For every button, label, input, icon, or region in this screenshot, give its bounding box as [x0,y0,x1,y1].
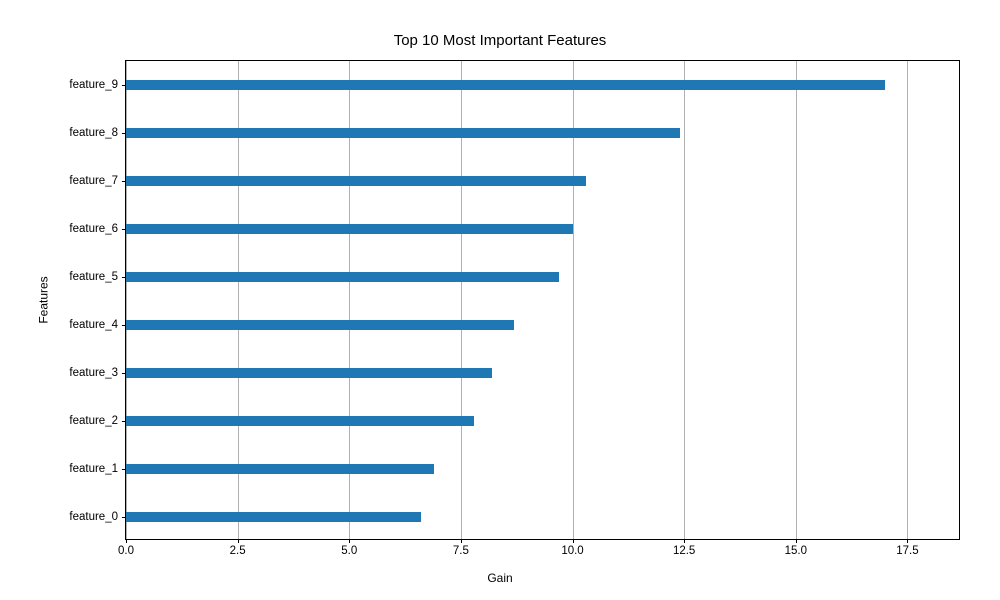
y-axis-label: Features [37,276,51,323]
x-tick-label: 5.0 [341,545,357,557]
y-tick-label: feature_7 [69,175,118,187]
x-tick-mark [126,539,127,543]
y-tick-label: feature_2 [69,415,118,427]
grid-line [684,61,685,539]
x-tick-label: 0.0 [118,545,134,557]
bar [126,512,421,522]
x-tick-label: 15.0 [785,545,807,557]
bar [126,416,474,426]
bar [126,320,514,330]
x-tick-label: 12.5 [673,545,695,557]
bar [126,80,885,90]
x-tick-mark [907,539,908,543]
bar [126,224,573,234]
x-tick-label: 17.5 [896,545,918,557]
x-tick-mark [349,539,350,543]
grid-line [907,61,908,539]
y-tick-label: feature_1 [69,463,118,475]
x-tick-mark [461,539,462,543]
bar [126,272,559,282]
x-axis-label: Gain [0,571,1000,585]
y-tick-label: feature_5 [69,271,118,283]
x-tick-mark [573,539,574,543]
bar [126,368,492,378]
y-tick-label: feature_9 [69,79,118,91]
x-tick-mark [684,539,685,543]
bar [126,176,586,186]
x-tick-mark [238,539,239,543]
y-tick-label: feature_3 [69,367,118,379]
chart-plot-area: 0.02.55.07.510.012.515.017.5feature_0fea… [125,60,960,540]
x-tick-label: 10.0 [561,545,583,557]
x-tick-mark [796,539,797,543]
y-tick-label: feature_8 [69,127,118,139]
bar [126,128,680,138]
y-tick-label: feature_6 [69,223,118,235]
x-tick-label: 2.5 [230,545,246,557]
y-tick-label: feature_0 [69,511,118,523]
chart-title: Top 10 Most Important Features [0,32,1000,49]
y-tick-label: feature_4 [69,319,118,331]
grid-line [796,61,797,539]
x-tick-label: 7.5 [453,545,469,557]
bar [126,464,434,474]
